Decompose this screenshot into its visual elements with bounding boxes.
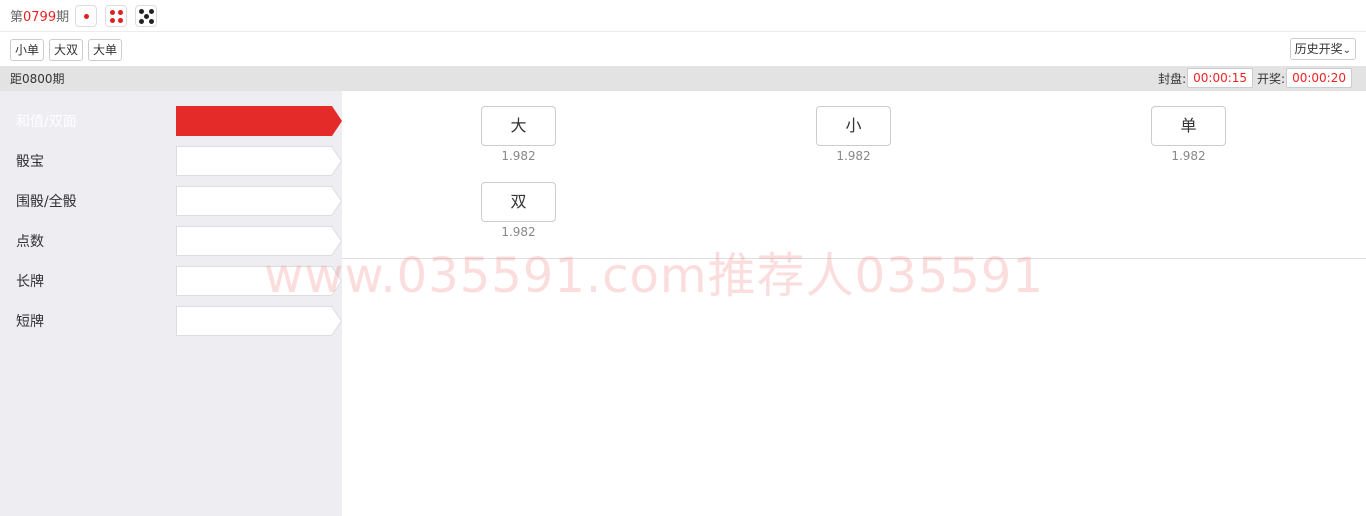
bet-button-small[interactable]: 小 — [816, 106, 891, 146]
sidebar-item-label: 短牌 — [16, 314, 44, 330]
item-indicator — [176, 186, 342, 216]
bet-button-big[interactable]: 大 — [481, 106, 556, 146]
bet-option-odd: 单 1.982 — [1151, 106, 1226, 163]
draw-label: 开奖: — [1257, 71, 1286, 86]
bet-option-big: 大 1.982 — [481, 106, 556, 163]
bet-button-odd[interactable]: 单 — [1151, 106, 1226, 146]
period-label: 第0799期 — [10, 10, 70, 25]
history-draws-button[interactable]: 历史开奖⌄ — [1289, 38, 1356, 60]
item-indicator — [176, 306, 342, 336]
sidebar-item-short-card[interactable]: 短牌 — [10, 306, 342, 336]
die-five-icon — [135, 4, 158, 27]
period-number: 0799 — [23, 10, 57, 25]
next-period-label: 距0800期 — [10, 72, 65, 86]
sidebar-item-sicbo[interactable]: 骰宝 — [10, 146, 342, 176]
active-indicator — [176, 106, 342, 136]
filter-tag-small-odd[interactable]: 小单 — [10, 38, 45, 61]
item-indicator — [176, 146, 342, 176]
watermark: www.035591.com推荐人035591 — [264, 248, 1044, 304]
sidebar-item-label: 长牌 — [16, 274, 44, 290]
sidebar-item-label: 围骰/全骰 — [16, 194, 77, 210]
sidebar-item-sum-two-sides[interactable]: 和值/双面 — [10, 106, 342, 136]
bet-odds: 1.982 — [1171, 149, 1206, 163]
sidebar-item-label: 点数 — [16, 234, 44, 250]
close-countdown: 00:00:15 — [1187, 68, 1254, 88]
info-bar: 距0800期 封盘: 00:00:15 开奖: 00:00:20 — [0, 66, 1366, 91]
filter-tag-big-odd[interactable]: 大单 — [88, 38, 123, 61]
bet-odds: 1.982 — [501, 149, 536, 163]
bet-option-even: 双 1.982 — [481, 182, 556, 239]
sidebar-item-label: 和值/双面 — [16, 114, 77, 130]
sidebar-item-triple[interactable]: 围骰/全骰 — [10, 186, 342, 216]
close-label: 封盘: — [1158, 71, 1187, 86]
filter-row: 小单 大双 大单 历史开奖⌄ — [0, 33, 1366, 66]
bet-option-small: 小 1.982 — [816, 106, 891, 163]
draw-countdown: 00:00:20 — [1286, 68, 1352, 88]
sidebar-item-label: 骰宝 — [16, 154, 44, 170]
filter-tag-big-even[interactable]: 大双 — [49, 38, 84, 61]
bet-button-even[interactable]: 双 — [481, 182, 556, 222]
die-four-icon — [105, 4, 128, 27]
bet-odds: 1.982 — [836, 149, 871, 163]
top-bar: 第0799期 — [0, 0, 1366, 32]
chevron-down-icon: ⌄ — [1342, 45, 1351, 56]
timers: 封盘: 00:00:15 开奖: 00:00:20 — [1158, 68, 1356, 88]
die-one-icon — [75, 4, 98, 27]
